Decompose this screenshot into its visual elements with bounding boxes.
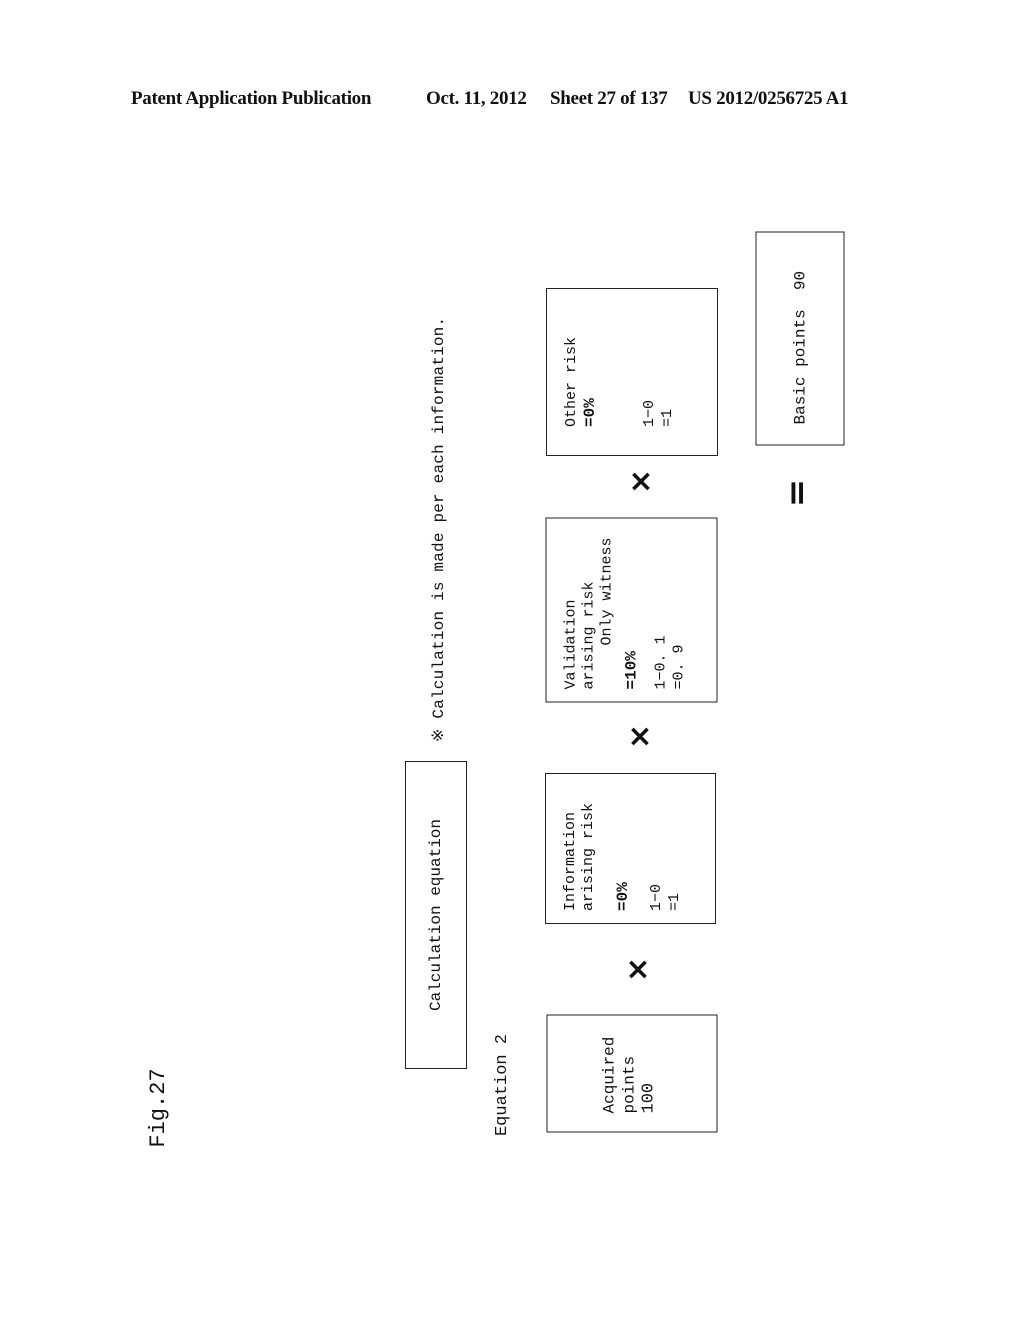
multiply-operator-2: × [627,719,653,754]
calculation-note: ※ Calculation is made per each informati… [430,316,448,742]
validation-risk-subtitle: Only witness [598,537,616,646]
information-arising-risk-box: Information arising risk =0% 1−0 =1 [545,773,716,924]
calculation-equation-title: Calculation equation [427,818,445,1012]
equals-operator: = [777,478,817,508]
info-risk-title-2: arising risk [580,802,597,911]
basic-points-box: Basic points 90 [755,231,845,446]
equation-label: Equation 2 [493,1033,512,1137]
validation-risk-percent: =10% [622,651,641,690]
info-risk-calc-2: =1 [666,892,683,911]
figure-label: Fig.27 [146,1068,171,1148]
other-risk-title: Other risk [563,336,580,427]
multiply-operator-3: × [628,464,654,499]
other-risk-box: Other risk =0% 1−0 =1 [546,288,718,456]
sheet-number: Sheet 27 of 137 [550,88,668,109]
validation-risk-calc-2: =0. 9 [670,644,688,690]
patent-number: US 2012/0256725 A1 [688,88,849,109]
publication-type: Patent Application Publication [131,88,372,109]
multiply-operator-1: × [625,952,651,987]
info-risk-percent: =0% [614,882,632,911]
validation-risk-title-1: Validation [562,599,580,690]
info-risk-title-1: Information [562,811,579,911]
acquired-points-line-1: Acquired [600,1036,619,1114]
publication-date: Oct. 11, 2012 [426,88,527,109]
acquired-points-value: 100 [639,1082,659,1114]
other-risk-calc-2: =1 [659,408,676,427]
other-risk-percent: =0% [581,398,599,427]
validation-arising-risk-box: Validation arising risk Only witness =10… [545,517,718,703]
page-header: Patent Application Publication Oct. 11, … [131,88,891,114]
acquired-points-line-2: points [620,1055,639,1114]
validation-risk-calc-1: 1−0. 1 [652,635,670,690]
other-risk-calc-1: 1−0 [641,399,658,427]
basic-points-result: Basic points 90 [791,270,809,425]
validation-risk-title-2: arising risk [580,581,598,690]
acquired-points-box: Acquired points 100 [546,1014,718,1133]
info-risk-calc-1: 1−0 [648,883,665,911]
calculation-equation-box: Calculation equation [405,761,467,1069]
